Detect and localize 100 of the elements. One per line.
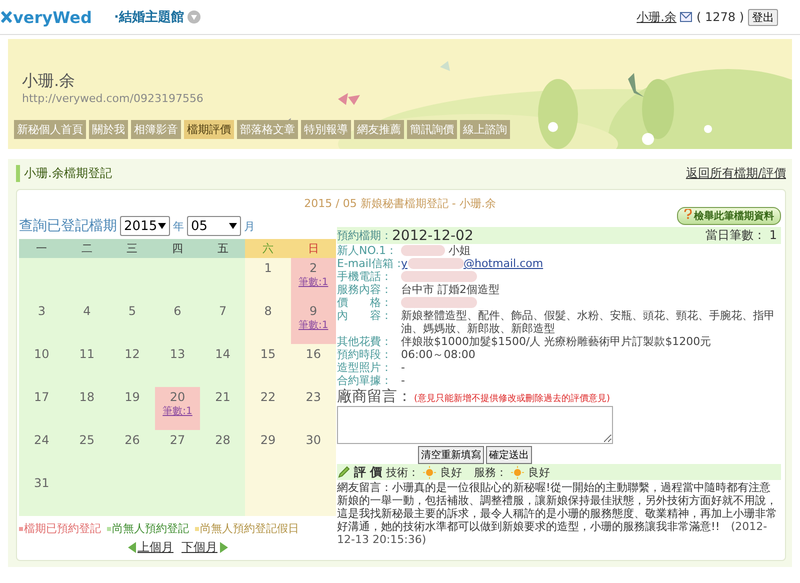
message-count: ( 1278 ) <box>696 10 744 24</box>
field-value: 伴娘妝$1000加髮$1500/人 光療粉雕藝術甲片訂製款$1200元 <box>401 335 712 348</box>
day-number: 11 <box>79 347 95 361</box>
daily-count: 當日筆數： 1 <box>706 227 777 244</box>
profile-url: http://verywed.com/0923197556 <box>22 92 204 105</box>
day-number: 13 <box>170 347 186 361</box>
day-number: 18 <box>79 390 95 404</box>
submit-button[interactable]: 確定送出 <box>486 446 532 464</box>
day-number: 28 <box>215 433 230 447</box>
calendar-cell[interactable]: 4 <box>64 301 110 344</box>
field-label: 價 格： <box>337 296 393 309</box>
field-label: 合約單據： <box>337 374 393 387</box>
day-number: 23 <box>306 390 321 404</box>
email-link[interactable]: y @hotmail.com <box>401 257 544 270</box>
day-number: 10 <box>34 347 50 361</box>
calendar-cell[interactable]: 19 <box>110 387 155 430</box>
vendor-message-note: (意見只能新增不提供修改或刪除過去的評價意見) <box>414 392 610 405</box>
field-label: 其他花費： <box>337 335 393 348</box>
year-unit: 年 <box>173 218 184 234</box>
calendar-cell[interactable]: 22 <box>245 387 291 430</box>
calendar-cell[interactable]: 11 <box>64 344 110 387</box>
calendar-cell[interactable]: 25 <box>64 430 110 473</box>
profile-name: 小珊.余 <box>22 71 76 92</box>
day-number: 25 <box>79 433 95 447</box>
weekday-header: 五 <box>200 239 246 258</box>
calendar-cell[interactable]: 21 <box>200 387 246 430</box>
calendar-cell[interactable]: 2 筆數:1 <box>290 258 336 301</box>
message-input[interactable] <box>337 406 613 444</box>
booking-count-link[interactable]: 筆數:1 <box>298 275 328 289</box>
prev-month-link[interactable]: 上個月 <box>128 539 174 556</box>
mail-icon[interactable] <box>680 12 692 22</box>
calendar-cell[interactable]: 30 <box>290 430 336 473</box>
weekday-header: 一 <box>19 239 64 258</box>
calendar-cell[interactable]: 15 <box>245 344 291 387</box>
calendar-cell[interactable]: 16 <box>290 344 336 387</box>
panel-title: 2015 / 05 新娘秘書檔期登記 - 小珊.余 <box>303 196 497 211</box>
booking-date: 2012-12-02 <box>392 228 474 244</box>
skill-rating: 良好 <box>440 464 462 480</box>
calendar-cell[interactable]: 24 <box>19 430 64 473</box>
pencil-icon <box>337 466 350 478</box>
legend-label: 尚無人預約登記假日 <box>200 521 299 536</box>
weekday-header: 六 <box>245 239 291 258</box>
year-select[interactable]: 2015 <box>120 216 170 236</box>
report-button[interactable]: 檢舉此筆檔期資料 <box>677 207 781 225</box>
field-label: E-mail信箱： <box>337 257 401 270</box>
dropdown-icon[interactable] <box>186 10 201 24</box>
day-number: 22 <box>260 390 276 404</box>
calendar-cell[interactable]: 23 <box>290 387 336 430</box>
calendar-cell[interactable]: 8 <box>245 301 291 344</box>
calendar-cell[interactable]: 17 <box>19 387 64 430</box>
field-value: 新娘整體造型、配件、飾品、假髮、水粉、安瓶、頭花、頸花、手腕花、指甲油、媽媽妝、新郎妝、新郎造型 <box>401 309 776 335</box>
question-icon <box>684 209 692 219</box>
calendar-cell[interactable]: 27 <box>154 430 200 473</box>
calendar-cell[interactable]: 26 <box>110 430 155 473</box>
calendar-cell[interactable]: 1 <box>245 258 291 301</box>
clear-button[interactable]: 清空重新填寫 <box>418 446 484 464</box>
calendar-cell[interactable]: 7 <box>200 301 246 344</box>
site-logo[interactable]: veryWed <box>0 8 92 26</box>
calendar-cell[interactable]: 31 <box>19 473 64 516</box>
site-menu[interactable]: ·結婚主題館 <box>114 8 201 26</box>
booking-count-link[interactable]: 筆數:1 <box>162 404 192 418</box>
logout-button[interactable]: 登出 <box>748 8 778 26</box>
weekday-header: 日 <box>290 239 336 258</box>
calendar-cell[interactable]: 18 <box>64 387 110 430</box>
calendar-cell[interactable]: 20 筆數:1 <box>154 387 200 430</box>
day-number: 21 <box>215 390 230 404</box>
skill-label: 技術： <box>386 464 420 480</box>
field-value: 06:00～08:00 <box>401 348 476 361</box>
calendar-cell[interactable]: 6 <box>154 301 200 344</box>
next-month-link[interactable]: 下個月 <box>182 539 228 556</box>
day-number: 2 <box>310 261 318 275</box>
field-value: - <box>401 374 405 387</box>
field-label: 服務內容： <box>337 283 393 296</box>
month-select[interactable]: 05 <box>187 216 241 236</box>
calendar-cell[interactable]: 14 <box>200 344 246 387</box>
calendar-cell[interactable]: 9 筆數:1 <box>290 301 336 344</box>
calendar-cell[interactable]: 13 <box>154 344 200 387</box>
nav-tab[interactable]: 檔期評價 <box>184 120 234 139</box>
day-number: 3 <box>38 304 46 318</box>
dropdown-caret-icon <box>158 223 166 229</box>
day-number: 15 <box>260 347 276 361</box>
calendar-cell[interactable]: 12 <box>110 344 155 387</box>
user-link[interactable]: 小珊.余 <box>636 8 676 26</box>
query-label: 查詢已登記檔期 <box>19 217 117 235</box>
month-unit: 月 <box>244 218 255 234</box>
calendar-cell[interactable]: 29 <box>245 430 291 473</box>
sun-icon <box>423 466 436 478</box>
day-number: 14 <box>215 347 230 361</box>
back-link[interactable]: 返回所有檔期/評價 <box>686 165 786 182</box>
dropdown-caret-icon <box>229 223 237 229</box>
calendar-cell[interactable]: 10 <box>19 344 64 387</box>
calendar-cell[interactable]: 5 <box>110 301 155 344</box>
calendar-cell[interactable]: 28 <box>200 430 246 473</box>
weekday-header: 二 <box>64 239 110 258</box>
field-label: 預約時段： <box>337 348 393 361</box>
calendar-cell[interactable]: 3 <box>19 301 64 344</box>
day-number: 12 <box>124 347 140 361</box>
booking-count-link[interactable]: 筆數:1 <box>298 318 328 332</box>
day-number: 4 <box>83 304 91 318</box>
day-number: 6 <box>174 304 182 318</box>
